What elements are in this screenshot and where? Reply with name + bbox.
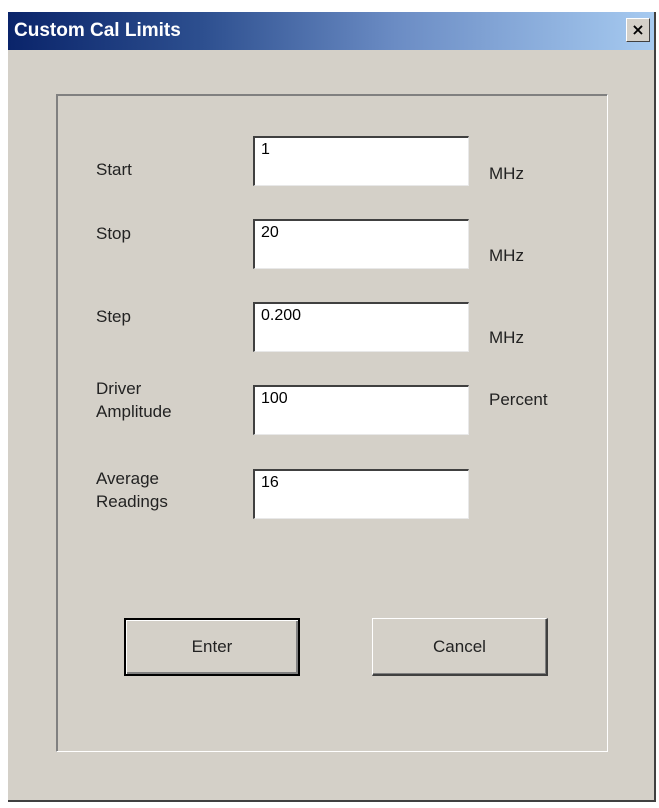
start-unit: MHz [489, 164, 524, 183]
average-readings-label: Average Readings [96, 469, 168, 511]
cancel-button[interactable]: Cancel [372, 618, 548, 676]
driver-amplitude-input[interactable]: 100 [253, 385, 469, 435]
stop-unit: MHz [489, 246, 524, 265]
stop-input[interactable]: 20 [253, 219, 469, 269]
dialog-window: Custom Cal Limits × Start 1 MHz Stop 20 … [8, 12, 656, 802]
average-readings-input[interactable]: 16 [253, 469, 469, 519]
title-bar[interactable]: Custom Cal Limits × [8, 12, 654, 50]
start-label: Start [96, 160, 132, 179]
close-icon: × [631, 20, 645, 39]
driver-amplitude-label: Driver Amplitude [96, 379, 172, 421]
dialog-title: Custom Cal Limits [14, 20, 181, 41]
step-input[interactable]: 0.200 [253, 302, 469, 352]
enter-button[interactable]: Enter [124, 618, 300, 676]
start-input[interactable]: 1 [253, 136, 469, 186]
step-label: Step [96, 307, 131, 326]
stop-label: Stop [96, 224, 131, 243]
step-unit: MHz [489, 328, 524, 347]
close-button[interactable]: × [626, 18, 650, 42]
driver-amplitude-unit: Percent [489, 390, 548, 409]
